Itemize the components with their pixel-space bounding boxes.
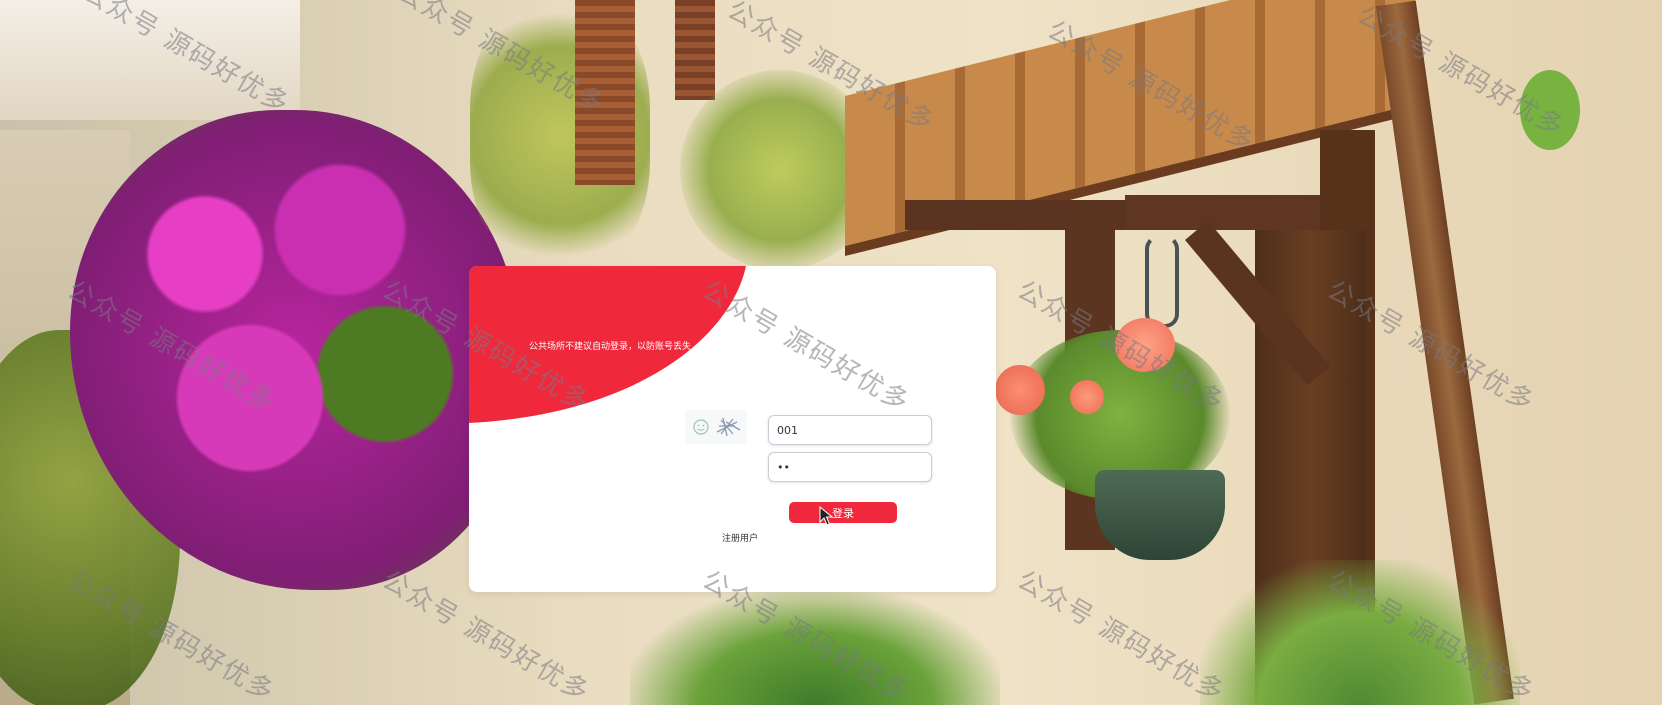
captcha-noise-icon: [716, 417, 741, 437]
bg-beam-2: [1125, 195, 1340, 230]
password-input[interactable]: [768, 452, 932, 482]
username-input[interactable]: [768, 415, 932, 445]
bg-flower: [1070, 380, 1104, 414]
captcha-face-icon: [693, 419, 709, 435]
security-notice: 公共场所不建议自动登录，以防账号丢失: [529, 342, 692, 352]
mouse-cursor-icon: [819, 506, 833, 526]
captcha-image[interactable]: [685, 410, 747, 444]
register-link[interactable]: 注册用户: [722, 531, 758, 544]
login-button[interactable]: 登录: [789, 502, 897, 523]
bg-flower: [995, 365, 1045, 415]
bg-window-shutter-2: [675, 0, 715, 100]
bg-flower-pot: [1095, 470, 1225, 560]
bg-hook: [1145, 235, 1179, 328]
captcha-image-icon: [693, 417, 741, 437]
